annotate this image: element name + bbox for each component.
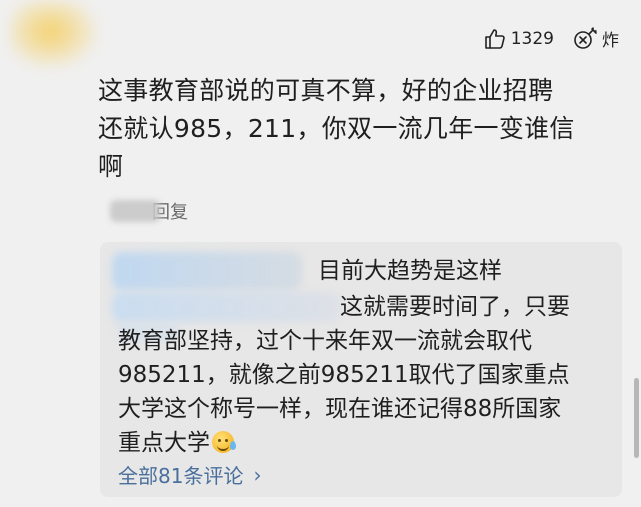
comment-body: 这事教育部说的可真不算，好的企业招聘 还就认985，211，你双一流几年一变谁信… [98,72,618,186]
like-count: 1329 [510,28,554,49]
reply-text-line-last: 重点大学 [118,426,608,460]
bomb-icon [572,26,598,51]
like-button[interactable]: 1329 [483,27,554,51]
reply-text-line: 这就需要时间了，只要 [340,294,570,320]
reply-text-body: 教育部坚持，过个十来年双一流就会取代 985211，就像之前985211取代了国… [118,324,608,460]
blurred-timestamp [110,200,160,222]
crying-laughing-emoji-icon [212,431,236,453]
scrollbar-thumb[interactable] [634,378,639,458]
comment-actions: 1329 炸 [483,26,619,51]
blurred-username [112,252,302,290]
reply-button[interactable]: 回复 [110,198,188,224]
view-all-comments-link[interactable]: 全部81条评论 › [118,460,261,489]
reply-text-line: 985211，就像之前985211取代了国家重点 [118,362,570,388]
reply-text-line: 重点大学 [118,430,210,456]
comment-line: 还就认985，211，你双一流几年一变谁信 [98,114,575,143]
view-all-label: 全部81条评论 [118,464,244,488]
bomb-label: 炸 [602,31,619,51]
blurred-username [112,292,340,322]
comment-screen: 1329 炸 这事教育部说的可真不算，好的企业招聘 还就认985，211，你双一… [0,0,641,507]
blurred-avatar [10,0,100,70]
thumbs-up-icon [483,27,507,51]
reply-text-line: 教育部坚持，过个十来年双一流就会取代 [118,328,532,354]
bomb-button[interactable]: 炸 [572,26,619,51]
comment-line: 啊 [98,152,124,181]
chevron-right-icon: › [253,462,262,487]
tear-drop [230,441,236,450]
comment-line: 这事教育部说的可真不算，好的企业招聘 [98,76,554,105]
reply-text-line: 大学这个称号一样，现在谁还记得88所国家 [118,396,562,422]
reply-text-line: 目前大趋势是这样 [318,258,502,284]
